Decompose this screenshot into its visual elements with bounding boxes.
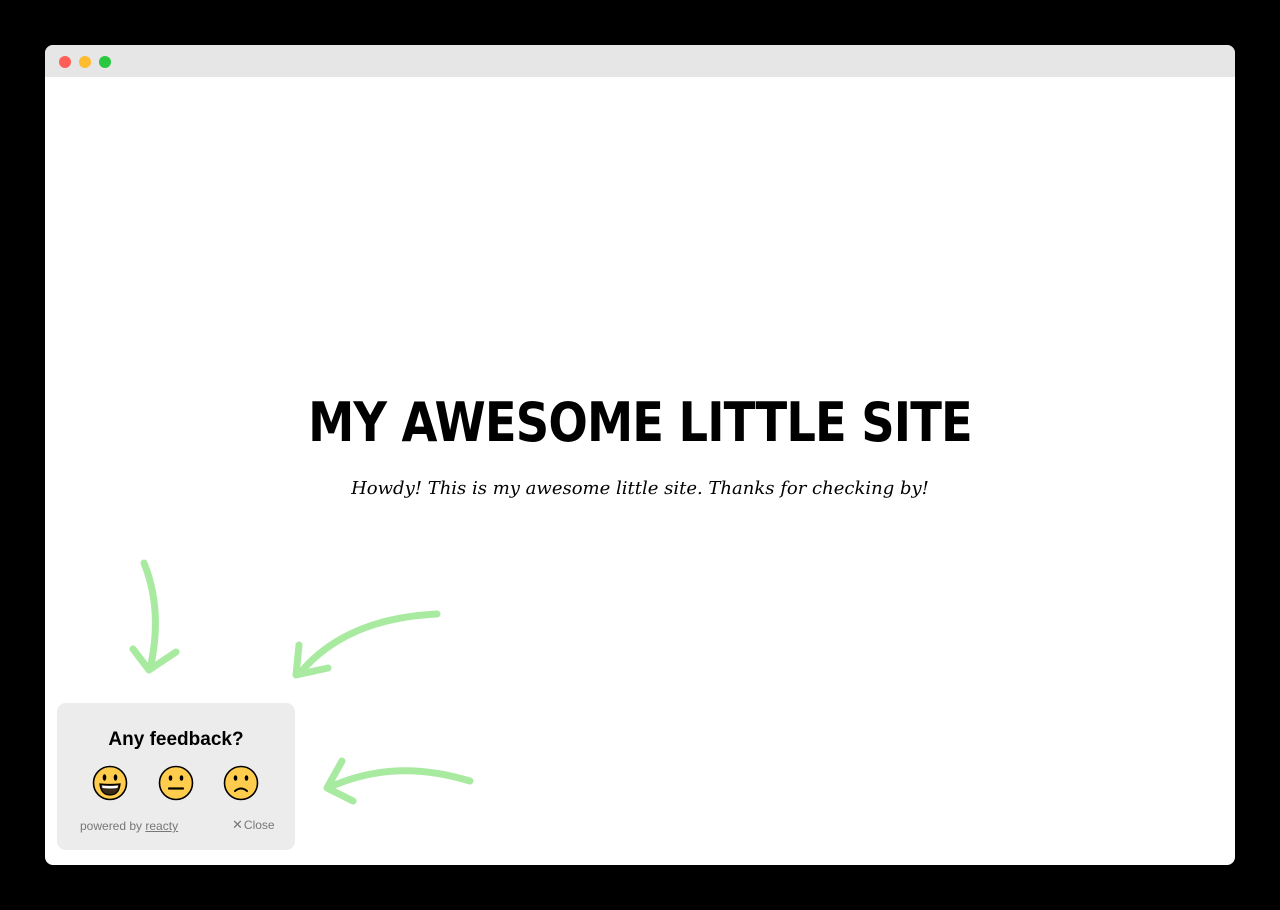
arrow-left-head-icon xyxy=(323,757,357,805)
arrow-down-icon xyxy=(140,559,159,673)
maximize-window-button[interactable] xyxy=(99,56,111,68)
close-label: Close xyxy=(243,818,275,832)
neutral-face-icon[interactable] xyxy=(158,765,194,801)
window-titlebar xyxy=(45,45,1235,77)
arrow-curved-icon xyxy=(296,610,441,677)
reacty-link[interactable]: reacty xyxy=(145,819,178,833)
browser-window: My awesome little site Howdy! This is my… xyxy=(45,45,1235,865)
slightly-frowning-face-icon[interactable] xyxy=(223,765,259,801)
powered-by-text: powered by reacty xyxy=(80,819,178,833)
grinning-face-icon[interactable] xyxy=(92,765,128,801)
feedback-heading: Any feedback? xyxy=(108,729,244,750)
close-window-button[interactable] xyxy=(59,56,71,68)
close-button[interactable]: ✕Close xyxy=(232,817,275,833)
minimize-window-button[interactable] xyxy=(79,56,91,68)
page-subtitle: Howdy! This is my awesome little site. T… xyxy=(351,478,929,499)
page-title: My awesome little site xyxy=(308,391,973,454)
feedback-widget: Any feedback? powered by reacty ✕Close xyxy=(57,703,295,850)
arrow-left-icon xyxy=(326,767,474,791)
arrow-curved-head-icon xyxy=(292,641,332,679)
arrow-down-head-icon xyxy=(129,645,180,674)
powered-by-prefix: powered by xyxy=(80,819,143,833)
close-icon: ✕ xyxy=(232,817,243,832)
